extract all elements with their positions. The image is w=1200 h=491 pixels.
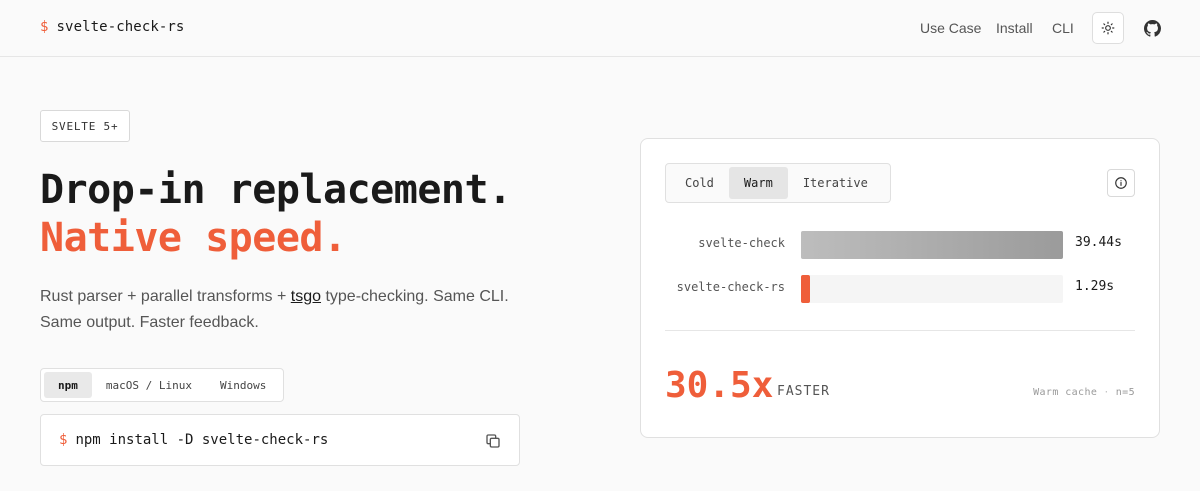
- bar-value-svelte-check: 39.44s: [1075, 235, 1122, 250]
- tab-cold[interactable]: Cold: [670, 167, 729, 199]
- tab-warm[interactable]: Warm: [728, 167, 788, 199]
- nav-use-case[interactable]: Use Case: [920, 20, 981, 36]
- tsgo-link[interactable]: tsgo: [291, 288, 321, 305]
- speedup-label: FASTER: [777, 384, 830, 399]
- info-icon: [1115, 177, 1127, 189]
- bar-fill-svelte-check: [801, 231, 1063, 259]
- top-header: $ svelte-check-rs Use Case Install CLI: [0, 0, 1200, 57]
- github-link[interactable]: [1140, 16, 1164, 40]
- benchmark-mode-tabs: Cold Warm Iterative: [665, 163, 891, 203]
- hero-description: Rust parser + parallel transforms + tsgo…: [40, 284, 540, 336]
- tab-iterative[interactable]: Iterative: [788, 167, 883, 199]
- copy-icon[interactable]: [485, 433, 501, 449]
- tab-npm[interactable]: npm: [44, 372, 92, 398]
- bar-track-svelte-check-rs: [801, 275, 1063, 303]
- bar-fill-svelte-check-rs: [801, 275, 810, 303]
- package-manager-tabs: npm macOS / Linux Windows: [40, 368, 284, 402]
- sun-icon: [1101, 21, 1115, 35]
- speedup-value: 30.5x: [665, 365, 774, 406]
- benchmark-card: Cold Warm Iterative svelte-check 39.44s …: [640, 138, 1160, 438]
- bar-track-svelte-check: [801, 231, 1063, 259]
- hero-headline: Drop-in replacement. Native speed.: [40, 166, 512, 262]
- tab-macos-linux[interactable]: macOS / Linux: [92, 372, 206, 398]
- github-icon: [1143, 19, 1161, 37]
- benchmark-meta: Warm cache · n=5: [1033, 387, 1135, 398]
- brand-prompt-symbol: $: [40, 19, 49, 35]
- headline-line-1: Drop-in replacement.: [40, 167, 512, 213]
- svelte-version-badge: SVELTE 5+: [40, 110, 130, 142]
- install-command[interactable]: $ npm install -D svelte-check-rs: [59, 432, 328, 448]
- bar-label-svelte-check: svelte-check: [698, 236, 785, 250]
- nav-install[interactable]: Install: [996, 20, 1033, 36]
- meta-sample-count: n=5: [1115, 387, 1135, 398]
- tab-windows[interactable]: Windows: [206, 372, 280, 398]
- install-command-box: $ npm install -D svelte-check-rs: [40, 414, 520, 466]
- command-text: npm install -D svelte-check-rs: [75, 432, 329, 448]
- card-divider: [665, 330, 1135, 331]
- nav-cli[interactable]: CLI: [1052, 20, 1074, 36]
- theme-toggle-button[interactable]: [1092, 12, 1124, 44]
- lede-text-before: Rust parser + parallel transforms +: [40, 288, 291, 305]
- info-button[interactable]: [1107, 169, 1135, 197]
- meta-separator: ·: [1103, 387, 1110, 398]
- bar-label-svelte-check-rs: svelte-check-rs: [676, 280, 785, 294]
- brand-name: svelte-check-rs: [56, 19, 185, 35]
- brand-logo[interactable]: $ svelte-check-rs: [40, 19, 184, 35]
- bar-value-svelte-check-rs: 1.29s: [1075, 279, 1115, 294]
- command-prompt-symbol: $: [59, 432, 68, 448]
- headline-line-2: Native speed.: [40, 215, 347, 261]
- meta-cache-mode: Warm cache: [1033, 387, 1098, 398]
